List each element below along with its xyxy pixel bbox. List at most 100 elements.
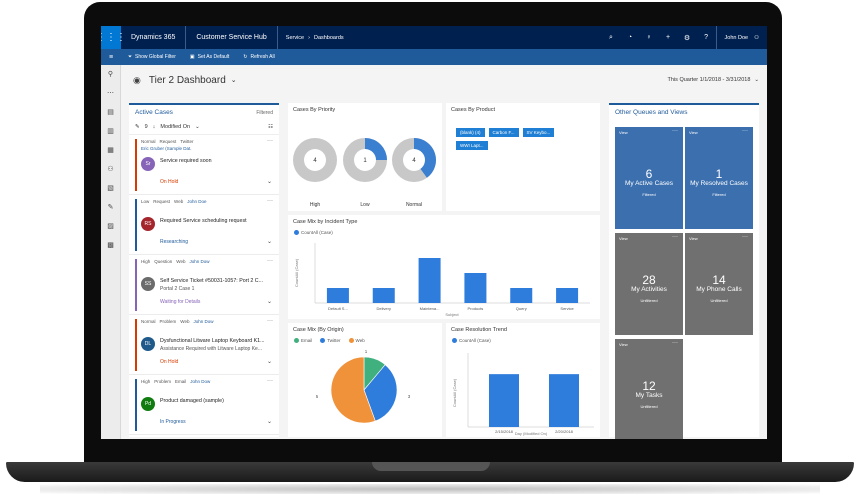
case-list-item[interactable]: Normal Problem Web John Dow ··· DL Dysfunction… (129, 315, 279, 375)
case-priority: Low (141, 199, 150, 204)
lightbulb-icon[interactable]: ♀ (640, 34, 659, 41)
chevron-down-icon[interactable]: ⌄ (267, 178, 272, 185)
accounts-icon[interactable]: ▦ (101, 141, 120, 160)
more-options-icon[interactable]: ··· (267, 318, 273, 324)
show-global-filter-button[interactable]: ⏷ Show Global Filter (121, 54, 183, 60)
command-bar: ≡ ⏷ Show Global Filter ▣ Set As Default … (101, 49, 767, 65)
app-launcher-icon[interactable]: ⋮⋮⋮ (101, 26, 126, 49)
activities-icon[interactable]: ▥ (101, 122, 120, 141)
app-name[interactable]: Customer Service Hub (186, 26, 278, 49)
resolution-tick-label: 2/20/2018 (555, 429, 574, 434)
tile-label: My Resolved Cases (690, 180, 748, 187)
case-list-item[interactable]: Normal Request Twitter ··· Eric Gruber (Samp… (129, 135, 279, 195)
queue-tile[interactable]: View ··· 12 My Tasks Unfiltered (615, 339, 683, 439)
breadcrumb-item-dashboards[interactable]: Dashboards (314, 35, 344, 41)
more-options-icon[interactable]: ··· (267, 138, 273, 144)
tile-filter-status: Unfiltered (710, 298, 728, 303)
more-options-icon[interactable]: ··· (672, 234, 678, 240)
more-options-icon[interactable]: ··· (267, 198, 273, 204)
edit-icon[interactable]: ✎ (101, 198, 120, 217)
user-menu[interactable]: John Doe ⚇ (715, 26, 767, 49)
product-tag[interactable]: SV Keybo... (522, 128, 555, 137)
more-options-icon[interactable]: ··· (672, 340, 678, 346)
set-as-default-button[interactable]: ▣ Set As Default (183, 54, 236, 60)
incident-bar-chart: Default S... Delivery Maintena... Products Q… (294, 243, 590, 317)
case-list-item[interactable]: High Question Web John Dow ··· SS Self Service… (129, 255, 279, 315)
dashboard-title[interactable]: Tier 2 Dashboard (149, 75, 226, 86)
case-list-item[interactable]: Low Request Web John Doe ··· RS Required Servi… (129, 195, 279, 255)
queues-title: Other Queues and Views (615, 109, 688, 116)
search-icon[interactable]: ⌕ (602, 34, 621, 42)
product-tag[interactable]: Carbon F... (488, 128, 519, 137)
queue-tile[interactable]: View ··· 1 My Resolved Cases Filtered (685, 127, 753, 229)
chevron-down-icon[interactable]: ⌄ (267, 358, 272, 365)
incident-bar (418, 258, 441, 303)
sort-direction-icon[interactable]: ↓ (153, 124, 156, 130)
case-title[interactable]: Dysfunctional Litware Laptop Keyboard K1… (160, 338, 270, 344)
add-icon[interactable]: + (659, 34, 678, 41)
cases-icon[interactable]: ▧ (101, 179, 120, 198)
case-owner[interactable]: John Dow (193, 319, 213, 324)
sort-field[interactable]: Modified On (160, 124, 190, 130)
tile-count: 6 (645, 167, 653, 181)
chevron-down-icon[interactable]: ⌄ (231, 76, 237, 84)
product-tag[interactable]: (blank) (4) (456, 128, 485, 137)
more-options-icon[interactable]: ··· (267, 378, 273, 384)
avatar: Sr (141, 157, 155, 171)
time-period-selector[interactable]: This Quarter 1/1/2018 - 3/31/2018 ⌄ (668, 77, 759, 83)
help-icon[interactable]: ? (697, 34, 716, 41)
contacts-icon[interactable]: ⚇ (101, 160, 120, 179)
queue-tile[interactable]: View ··· 6 My Active Cases Filtered (615, 127, 683, 229)
more-options-icon[interactable]: ··· (742, 128, 748, 134)
person-icon: ⚇ (754, 34, 759, 41)
chevron-down-icon[interactable]: ⌄ (267, 298, 272, 305)
case-priority: High (141, 259, 151, 264)
bulk-select-icon[interactable]: ☷ (268, 124, 273, 130)
task-flow-icon[interactable]: ◔ (621, 34, 640, 41)
case-owner[interactable]: John Dow (190, 379, 210, 384)
reports-icon[interactable]: ▩ (101, 236, 120, 255)
product-tag[interactable]: WWI Lapt... (456, 141, 488, 150)
case-priority: Normal (141, 139, 156, 144)
pin-icon[interactable]: ⚲ (101, 65, 120, 84)
chevron-down-icon[interactable]: ⌄ (267, 418, 272, 425)
x-axis-label: Subject (445, 312, 459, 317)
chevron-down-icon[interactable]: ⌄ (267, 238, 272, 245)
case-channel: Twitter (180, 139, 194, 144)
more-options-icon[interactable]: ··· (267, 258, 273, 264)
brand-name[interactable]: Dynamics 365 (121, 26, 187, 49)
case-description: Assistance Required with Litware Laptop … (160, 346, 262, 352)
hamburger-menu-icon[interactable]: ≡ (101, 54, 121, 61)
case-owner[interactable]: John Dow (189, 259, 209, 264)
case-list: Normal Request Twitter ··· Eric Gruber (Samp… (129, 135, 279, 435)
breadcrumb-item-service[interactable]: Service (286, 35, 304, 41)
edit-icon[interactable]: ✎ (135, 124, 140, 130)
more-icon[interactable]: ⋯ (101, 84, 120, 103)
case-customer[interactable]: Eric Gruber (Sample Dat. (141, 146, 192, 151)
refresh-all-button[interactable]: ↻ Refresh All (236, 54, 281, 60)
case-title[interactable]: Self Service Ticket #50031-1057: Port 2 … (160, 278, 270, 284)
resolution-bar-chart: 2/15/2018 2/20/2018 CountAll (Case) Day (Mo… (452, 353, 594, 436)
case-title[interactable]: Service required soon (160, 158, 270, 164)
more-options-icon[interactable]: ··· (672, 128, 678, 134)
case-list-item[interactable]: High Problem Email John Dow ··· Pd Product dam… (129, 375, 279, 435)
case-origin: Request (159, 139, 177, 144)
queues-icon[interactable]: ▨ (101, 217, 120, 236)
case-tags: Normal Request Twitter (141, 139, 198, 144)
incident-bar (326, 288, 349, 303)
case-title[interactable]: Required Service scheduling request (160, 218, 270, 224)
cases-by-priority-card: Cases By Priority 4 High 1 Low 4 Normal (288, 103, 442, 211)
dashboard-icon[interactable]: ▤ (101, 103, 120, 122)
case-owner[interactable]: John Doe (187, 199, 206, 204)
case-origin: Question (154, 259, 173, 264)
tile-count: 28 (642, 273, 656, 287)
resolution-bar (549, 374, 579, 427)
case-channel: Web (174, 199, 184, 204)
queue-tile[interactable]: View ··· 14 My Phone Calls Unfiltered (685, 233, 753, 335)
chevron-down-icon[interactable]: ⌄ (195, 124, 200, 130)
more-options-icon[interactable]: ··· (742, 234, 748, 240)
queue-tile[interactable]: View ··· 28 My Activities Unfiltered (615, 233, 683, 335)
case-title[interactable]: Product damaged (sample) (160, 398, 270, 404)
gear-icon[interactable]: ⚙ (678, 34, 697, 42)
active-cases-title[interactable]: Active Cases (135, 109, 173, 116)
